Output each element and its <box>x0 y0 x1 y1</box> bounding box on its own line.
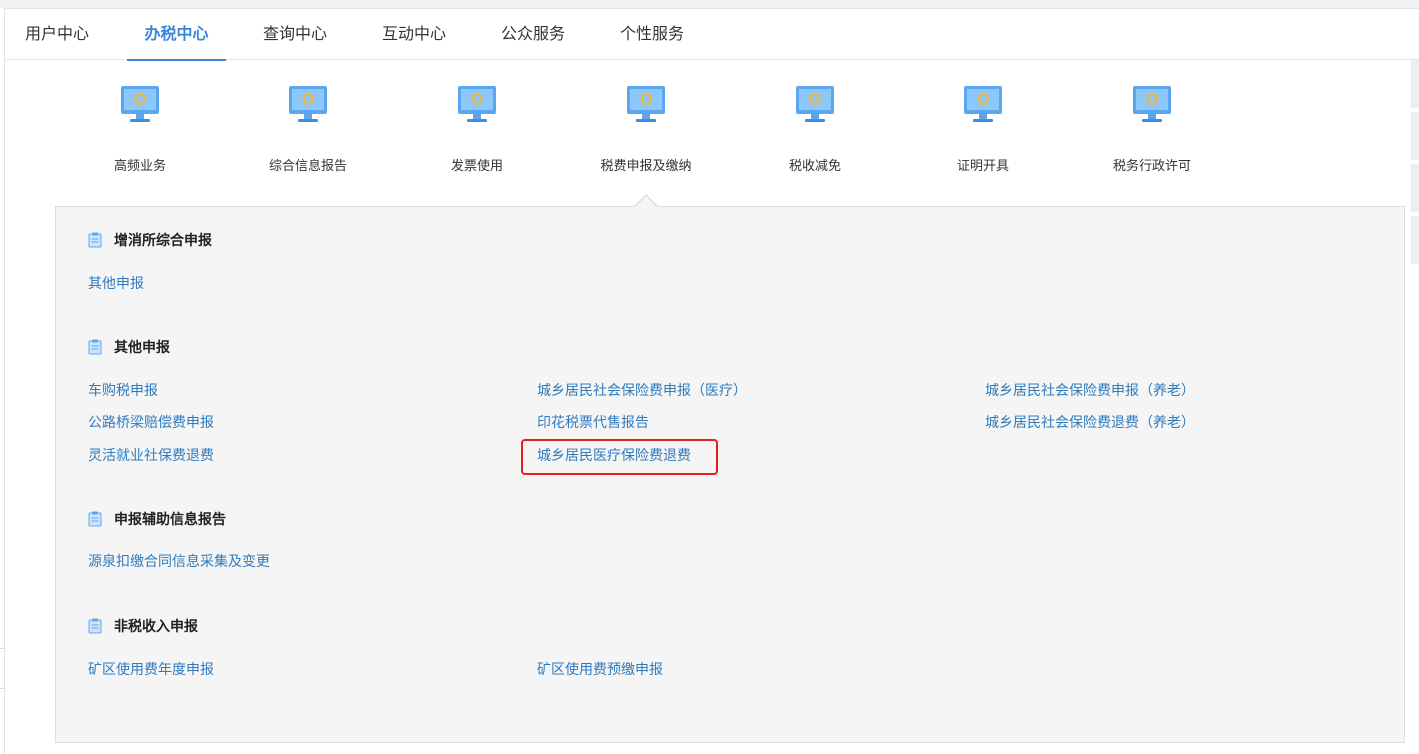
category-label: 税务行政许可 <box>1112 159 1191 174</box>
tab-personal-service[interactable]: 个性服务 <box>618 9 686 60</box>
left-edge-mark <box>0 648 5 649</box>
link-mining-fee-annual[interactable]: 矿区使用费年度申报 <box>88 659 214 679</box>
monitor-icon <box>962 83 1004 125</box>
top-strip <box>0 0 1419 8</box>
monitor-icon <box>287 83 329 125</box>
rail-block <box>1411 112 1419 160</box>
tab-tax-center[interactable]: 办税中心 <box>127 9 226 61</box>
clipboard-icon <box>88 339 102 355</box>
panel-caret-fill <box>635 196 657 207</box>
monitor-icon <box>1131 83 1173 125</box>
category-label: 税收减免 <box>788 159 841 174</box>
clipboard-icon <box>88 232 102 248</box>
submenu-panel <box>55 206 1405 743</box>
section-title: 非税收入申报 <box>88 616 198 636</box>
rail-block <box>1411 60 1419 108</box>
category-high-frequency[interactable]: 高频业务 <box>65 78 215 174</box>
section-title: 其他申报 <box>88 337 170 357</box>
right-scroll-rail <box>1411 60 1419 268</box>
link-resident-insurance-medical[interactable]: 城乡居民社会保险费申报（医疗） <box>537 380 747 400</box>
link-withholding-contract-info[interactable]: 源泉扣缴合同信息采集及变更 <box>88 551 270 571</box>
tab-interaction-center[interactable]: 互动中心 <box>380 9 448 60</box>
link-mining-fee-prepay[interactable]: 矿区使用费预缴申报 <box>537 659 663 679</box>
rail-block <box>1411 164 1419 212</box>
monitor-icon <box>456 83 498 125</box>
clipboard-icon <box>88 618 102 634</box>
link-vehicle-purchase-tax[interactable]: 车购税申报 <box>88 380 158 400</box>
category-info-report[interactable]: 综合信息报告 <box>233 78 383 174</box>
category-label: 高频业务 <box>113 159 166 174</box>
rail-block <box>1411 216 1419 264</box>
section-title-text: 增消所综合申报 <box>114 233 212 249</box>
top-nav: 用户中心 办税中心 查询中心 互动中心 公众服务 个性服务 <box>5 9 1419 61</box>
link-other-filing[interactable]: 其他申报 <box>88 273 144 293</box>
link-stamp-tax-report[interactable]: 印花税票代售报告 <box>537 412 649 432</box>
category-certificate[interactable]: 证明开具 <box>908 78 1058 174</box>
section-title-text: 申报辅助信息报告 <box>114 512 226 528</box>
clipboard-icon <box>88 511 102 527</box>
category-label: 发票使用 <box>450 159 503 174</box>
monitor-icon <box>119 83 161 125</box>
category-admin-license[interactable]: 税务行政许可 <box>1077 78 1227 174</box>
link-pension-refund[interactable]: 城乡居民社会保险费退费（养老） <box>985 412 1195 432</box>
category-label: 综合信息报告 <box>268 159 347 174</box>
highlight-box <box>521 439 718 475</box>
category-label: 税费申报及缴纳 <box>600 159 692 174</box>
category-label: 证明开具 <box>956 159 1009 174</box>
tab-query-center[interactable]: 查询中心 <box>261 9 329 60</box>
link-road-bridge-compensation[interactable]: 公路桥梁赔偿费申报 <box>88 412 214 432</box>
category-tax-relief[interactable]: 税收减免 <box>740 78 890 174</box>
monitor-icon <box>625 83 667 125</box>
section-title-text: 其他申报 <box>114 340 170 356</box>
section-title-text: 非税收入申报 <box>114 619 198 635</box>
link-resident-insurance-pension[interactable]: 城乡居民社会保险费申报（养老） <box>985 380 1195 400</box>
monitor-icon <box>794 83 836 125</box>
section-title: 申报辅助信息报告 <box>88 509 226 529</box>
category-invoice[interactable]: 发票使用 <box>402 78 552 174</box>
tab-user-center[interactable]: 用户中心 <box>23 9 91 60</box>
link-flexible-employment-refund[interactable]: 灵活就业社保费退费 <box>88 445 214 465</box>
left-edge-mark <box>0 688 5 689</box>
category-tax-filing[interactable]: 税费申报及缴纳 <box>571 78 721 174</box>
tab-public-service[interactable]: 公众服务 <box>499 9 567 60</box>
section-title: 增消所综合申报 <box>88 230 212 250</box>
